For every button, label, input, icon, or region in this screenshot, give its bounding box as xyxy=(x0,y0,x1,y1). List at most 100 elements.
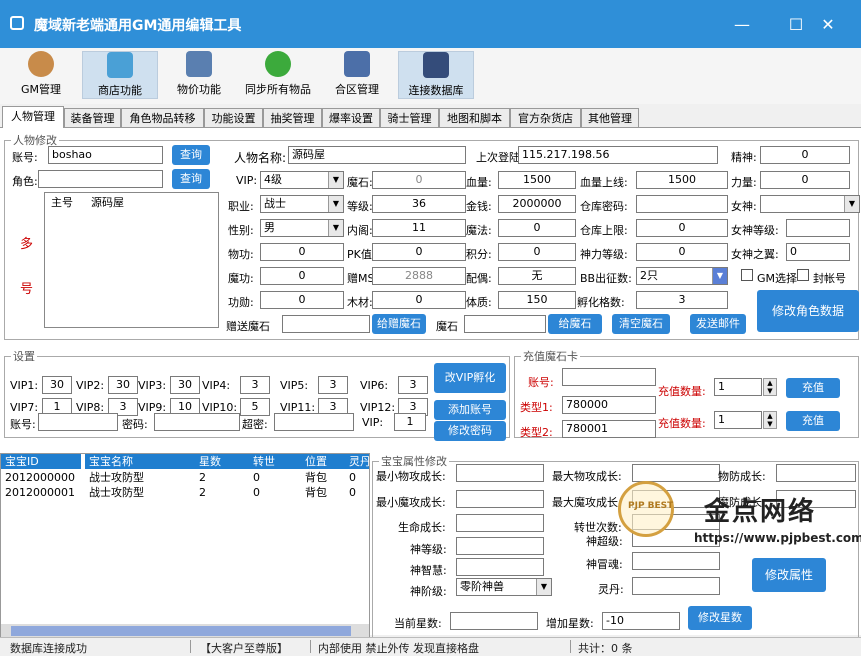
account-list[interactable]: 主号 源码屋 xyxy=(44,192,219,328)
warehouse-pwd-input[interactable] xyxy=(636,195,728,213)
table-cell[interactable]: 2012000000 xyxy=(1,470,75,485)
tab-map-script[interactable]: 地图和脚本 xyxy=(439,108,510,128)
constitution-input[interactable]: 150 xyxy=(498,291,576,309)
table-cell[interactable]: 0 xyxy=(345,485,356,500)
table-cell[interactable]: 2 xyxy=(195,470,206,485)
moshi-input[interactable]: 0 xyxy=(372,171,466,189)
wood-input[interactable]: 0 xyxy=(372,291,466,309)
vip-setting-input[interactable]: 3 xyxy=(318,376,348,394)
current-star-input[interactable] xyxy=(450,612,538,630)
level-input[interactable]: 36 xyxy=(372,195,466,213)
life-growth-input[interactable] xyxy=(456,514,544,532)
column-header[interactable]: 灵丹 xyxy=(345,454,369,469)
qty2-spinner-icon[interactable]: ▲ ▼ xyxy=(763,411,777,429)
column-header[interactable]: 位置 xyxy=(301,454,345,469)
goddess-wing-input[interactable]: 0 xyxy=(786,243,850,261)
power-input[interactable]: 0 xyxy=(760,171,850,189)
clear-ms-button[interactable]: 清空魔石 xyxy=(612,314,670,334)
minimize-button[interactable]: — xyxy=(722,10,762,40)
modify-star-button[interactable]: 修改星数 xyxy=(688,606,752,630)
scrollbar-thumb[interactable] xyxy=(11,626,351,636)
goddess-level-input[interactable] xyxy=(786,219,850,237)
table-cell[interactable]: 0 xyxy=(249,470,260,485)
divine-rank-select[interactable]: 零阶神兽 ▼ xyxy=(456,578,552,596)
vip-setting-input[interactable]: 30 xyxy=(170,376,200,394)
super-password-input[interactable] xyxy=(274,413,354,431)
modify-character-button[interactable]: 修改角色数据 xyxy=(757,290,859,332)
column-header[interactable]: 宝宝名称 xyxy=(85,454,195,469)
min-phys-growth-input[interactable] xyxy=(456,464,544,482)
mana-input[interactable]: 0 xyxy=(498,219,576,237)
add-star-input[interactable]: -10 xyxy=(602,612,680,630)
vip-setting-input[interactable]: 3 xyxy=(240,376,270,394)
change-vip-button[interactable]: 改VIP孵化 xyxy=(434,363,506,393)
vip-setting-input[interactable]: 30 xyxy=(108,376,138,394)
table-cell[interactable]: 0 xyxy=(345,470,356,485)
tab-official-shop[interactable]: 官方杂货店 xyxy=(510,108,581,128)
settings-password-input[interactable] xyxy=(154,413,240,431)
tab-knight[interactable]: 骑士管理 xyxy=(380,108,439,128)
query-role-button[interactable]: 查询 xyxy=(172,169,210,189)
warehouse-max-input[interactable]: 0 xyxy=(636,219,728,237)
give-ms-button[interactable]: 给魔石 xyxy=(548,314,602,334)
pet-table[interactable]: 宝宝ID 宝宝名称 星数 转世 位置 灵丹 2012000000 战士攻防型 2 0 背… xyxy=(0,453,370,641)
divine-wisdom-input[interactable] xyxy=(456,558,544,576)
table-cell[interactable]: 战士攻防型 xyxy=(85,470,144,485)
give-gift-ms-button[interactable]: 给赠魔石 xyxy=(372,314,426,334)
tab-other[interactable]: 其他管理 xyxy=(581,108,639,128)
tab-lottery[interactable]: 抽奖管理 xyxy=(263,108,322,128)
min-magic-growth-input[interactable] xyxy=(456,490,544,508)
table-cell[interactable]: 2 xyxy=(195,485,206,500)
hpmax-input[interactable]: 1500 xyxy=(636,171,728,189)
change-password-button[interactable]: 修改密码 xyxy=(434,421,506,441)
table-cell[interactable]: 背包 xyxy=(301,470,327,485)
name-input[interactable]: 源码屋 xyxy=(288,146,466,164)
qty1-input[interactable]: 1 xyxy=(714,378,762,396)
toolbar-sync-button[interactable]: 同步所有物品 xyxy=(238,51,318,99)
merit-input[interactable]: 0 xyxy=(260,291,344,309)
card-type1-input[interactable]: 780000 xyxy=(562,396,656,414)
table-cell[interactable]: 背包 xyxy=(301,485,327,500)
role-input[interactable] xyxy=(38,170,163,188)
divine-level-input[interactable]: 0 xyxy=(636,243,728,261)
pet-count-select[interactable]: 2只 ▼ xyxy=(636,267,728,285)
card-type2-input[interactable]: 780001 xyxy=(562,420,656,438)
table-cell[interactable]: 0 xyxy=(249,485,260,500)
points-input[interactable]: 0 xyxy=(498,243,576,261)
qty1-spinner-icon[interactable]: ▲ ▼ xyxy=(763,378,777,396)
elixir-input[interactable] xyxy=(632,577,720,595)
tab-function[interactable]: 功能设置 xyxy=(204,108,263,128)
spirit-input[interactable]: 0 xyxy=(760,146,850,164)
sex-select[interactable]: 男 ▼ xyxy=(260,219,344,237)
pk-input[interactable]: 0 xyxy=(372,243,466,261)
gift-ms-send-input[interactable] xyxy=(282,315,370,333)
horizontal-scrollbar[interactable] xyxy=(1,624,369,638)
vip-setting-input[interactable]: 3 xyxy=(398,376,428,394)
neijin-input[interactable]: 11 xyxy=(372,219,466,237)
divine-level-pet-input[interactable] xyxy=(456,537,544,555)
vip-select[interactable]: 4级 ▼ xyxy=(260,171,344,189)
recharge2-button[interactable]: 充值 xyxy=(786,411,840,431)
account-input[interactable]: boshao xyxy=(48,146,163,164)
vip-setting-input[interactable]: 30 xyxy=(42,376,72,394)
send-mail-button[interactable]: 发送邮件 xyxy=(690,314,746,334)
tab-equipment[interactable]: 装备管理 xyxy=(64,108,121,128)
tab-item-transfer[interactable]: 角色物品转移 xyxy=(121,108,204,128)
toolbar-db-button[interactable]: 连接数据库 xyxy=(398,51,474,99)
toolbar-merge-button[interactable]: 合区管理 xyxy=(326,51,388,99)
qty2-input[interactable]: 1 xyxy=(714,411,762,429)
settings-account-input[interactable] xyxy=(38,413,118,431)
tab-character[interactable]: 人物管理 xyxy=(2,106,64,128)
table-cell[interactable]: 2012000001 xyxy=(1,485,75,500)
vip-setting-input[interactable]: 5 xyxy=(240,398,270,416)
ms-send-input[interactable] xyxy=(464,315,546,333)
toolbar-shop-button[interactable]: 商店功能 xyxy=(82,51,158,99)
toolbar-gm-button[interactable]: GM管理 xyxy=(12,51,70,99)
query-account-button[interactable]: 查询 xyxy=(172,145,210,165)
column-header[interactable]: 星数 xyxy=(195,454,249,469)
gold-input[interactable]: 2000000 xyxy=(498,195,576,213)
column-header[interactable]: 宝宝ID xyxy=(1,454,81,469)
add-account-button[interactable]: 添加账号 xyxy=(434,400,506,420)
gift-ms-input[interactable]: 2888 xyxy=(372,267,466,285)
list-item[interactable]: 主号 xyxy=(51,195,73,211)
